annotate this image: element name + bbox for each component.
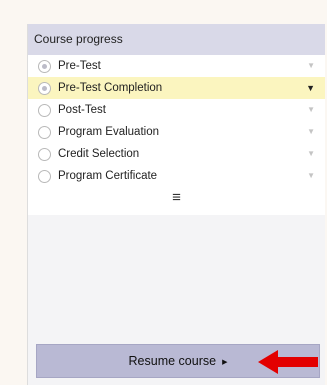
- course-progress-panel: Course progress Pre-Test ▼ Pre-Test Comp…: [27, 24, 325, 385]
- progress-item-label: Pre-Test Completion: [58, 82, 163, 94]
- progress-item-label: Program Evaluation: [58, 126, 159, 138]
- chevron-down-icon[interactable]: ▼: [307, 143, 315, 165]
- progress-item-program-certificate[interactable]: Program Certificate ▼: [28, 165, 325, 187]
- red-pointer-arrow-icon: [258, 350, 318, 374]
- chevron-down-icon[interactable]: ▼: [307, 99, 315, 121]
- progress-item-label: Program Certificate: [58, 170, 158, 182]
- progress-item-label: Credit Selection: [58, 148, 140, 160]
- radio-icon[interactable]: [38, 59, 51, 73]
- radio-icon[interactable]: [38, 81, 51, 95]
- radio-icon[interactable]: [38, 125, 51, 139]
- resume-course-label: Resume course: [128, 354, 217, 368]
- progress-item-label: Pre-Test: [58, 60, 101, 72]
- progress-item-post-test[interactable]: Post-Test ▼: [28, 99, 325, 121]
- progress-item-program-evaluation[interactable]: Program Evaluation ▼: [28, 121, 325, 143]
- caret-right-icon: ▶: [222, 359, 228, 366]
- chevron-down-icon[interactable]: ▼: [307, 55, 315, 77]
- progress-item-pre-test-completion[interactable]: Pre-Test Completion ▼: [28, 77, 325, 99]
- chevron-down-icon[interactable]: ▼: [306, 77, 315, 99]
- progress-item-label: Post-Test: [58, 104, 106, 116]
- chevron-down-icon[interactable]: ▼: [307, 165, 315, 187]
- progress-item-credit-selection[interactable]: Credit Selection ▼: [28, 143, 325, 165]
- hamburger-icon[interactable]: ≡: [28, 187, 325, 209]
- panel-title: Course progress: [28, 24, 325, 55]
- radio-icon[interactable]: [38, 169, 51, 183]
- progress-item-pre-test[interactable]: Pre-Test ▼: [28, 55, 325, 77]
- radio-icon[interactable]: [38, 103, 51, 117]
- progress-list: Pre-Test ▼ Pre-Test Completion ▼ Post-Te…: [28, 55, 325, 215]
- radio-icon[interactable]: [38, 147, 51, 161]
- chevron-down-icon[interactable]: ▼: [307, 121, 315, 143]
